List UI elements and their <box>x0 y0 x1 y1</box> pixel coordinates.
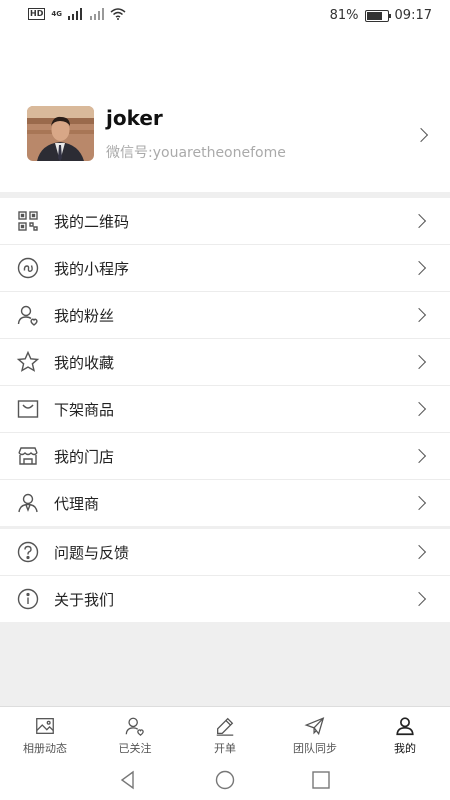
bottom-tab-bar: 相册动态 已关注 开单 团队同步 我的 <box>0 706 450 761</box>
menu-item-about[interactable]: 关于我们 <box>0 576 450 622</box>
battery-icon <box>364 9 391 22</box>
system-nav-bar <box>0 760 450 800</box>
user-icon <box>396 717 414 736</box>
image-icon <box>36 718 54 734</box>
profile-name: joker <box>106 106 163 130</box>
profile-header[interactable]: joker 微信号:youaretheonefome <box>0 32 450 192</box>
battery-percent: 81% <box>329 8 359 23</box>
paper-plane-icon <box>304 717 325 736</box>
agent-icon <box>18 493 38 513</box>
status-bar: HD 4G 81% 09:17 <box>0 0 450 32</box>
menu-label: 问题与反馈 <box>54 544 130 562</box>
chevron-right-icon <box>411 213 427 229</box>
tab-label: 相册动态 <box>23 742 67 755</box>
followers-icon <box>17 305 38 326</box>
menu-item-mini-program[interactable]: 我的小程序 <box>0 245 450 292</box>
menu-item-qr-code[interactable]: 我的二维码 <box>0 198 450 245</box>
back-icon[interactable] <box>118 770 138 790</box>
chevron-right-icon <box>411 544 427 560</box>
menu-label: 我的粉丝 <box>54 307 115 325</box>
chevron-right-icon <box>411 354 427 370</box>
chevron-right-icon <box>413 127 429 143</box>
tab-followed[interactable]: 已关注 <box>90 707 180 761</box>
avatar[interactable] <box>27 106 94 161</box>
menu-item-my-store[interactable]: 我的门店 <box>0 433 450 480</box>
info-icon <box>17 588 39 610</box>
tab-mine[interactable]: 我的 <box>360 707 450 761</box>
chevron-right-icon <box>411 307 427 323</box>
menu-group-main: 我的二维码 我的小程序 我的粉丝 我的收藏 下架商品 我的门店 代理商 <box>0 198 450 526</box>
star-icon <box>16 350 40 372</box>
signal-icon <box>67 8 82 20</box>
chevron-right-icon <box>411 448 427 464</box>
chevron-right-icon <box>411 401 427 417</box>
clock: 09:17 <box>394 8 432 23</box>
hd-icon: HD <box>28 8 46 20</box>
menu-label: 我的小程序 <box>54 260 130 278</box>
tab-team-sync[interactable]: 团队同步 <box>270 707 360 761</box>
recents-icon[interactable] <box>311 770 331 790</box>
question-icon <box>17 541 39 563</box>
home-icon[interactable] <box>215 770 235 790</box>
menu-item-agent[interactable]: 代理商 <box>0 480 450 526</box>
tab-label: 我的 <box>394 742 416 755</box>
menu-label: 代理商 <box>54 495 100 513</box>
menu-label: 我的二维码 <box>54 213 130 231</box>
mini-program-icon <box>17 257 39 279</box>
menu-label: 下架商品 <box>54 401 115 419</box>
chevron-right-icon <box>411 591 427 607</box>
wechat-id: 微信号:youaretheonefome <box>106 145 286 161</box>
tab-label: 团队同步 <box>293 742 337 755</box>
signal-2-icon <box>89 8 104 20</box>
chevron-right-icon <box>411 495 427 511</box>
menu-label: 关于我们 <box>54 591 115 609</box>
wifi-icon <box>110 8 126 20</box>
menu-item-feedback[interactable]: 问题与反馈 <box>0 529 450 576</box>
bag-icon <box>17 400 39 418</box>
menu-item-removed-products[interactable]: 下架商品 <box>0 386 450 433</box>
store-icon <box>18 447 38 465</box>
tab-label: 开单 <box>214 742 236 755</box>
pen-icon <box>216 717 234 736</box>
network-type: 4G <box>51 10 62 18</box>
menu-group-support: 问题与反馈 关于我们 <box>0 529 450 622</box>
menu-label: 我的门店 <box>54 448 115 466</box>
menu-item-followers[interactable]: 我的粉丝 <box>0 292 450 339</box>
followed-icon <box>125 717 144 736</box>
menu-item-favorites[interactable]: 我的收藏 <box>0 339 450 386</box>
menu-label: 我的收藏 <box>54 354 115 372</box>
tab-label: 已关注 <box>118 742 152 755</box>
tab-create-order[interactable]: 开单 <box>180 707 270 761</box>
chevron-right-icon <box>411 260 427 276</box>
qr-code-icon <box>18 211 38 231</box>
tab-album[interactable]: 相册动态 <box>0 707 90 761</box>
